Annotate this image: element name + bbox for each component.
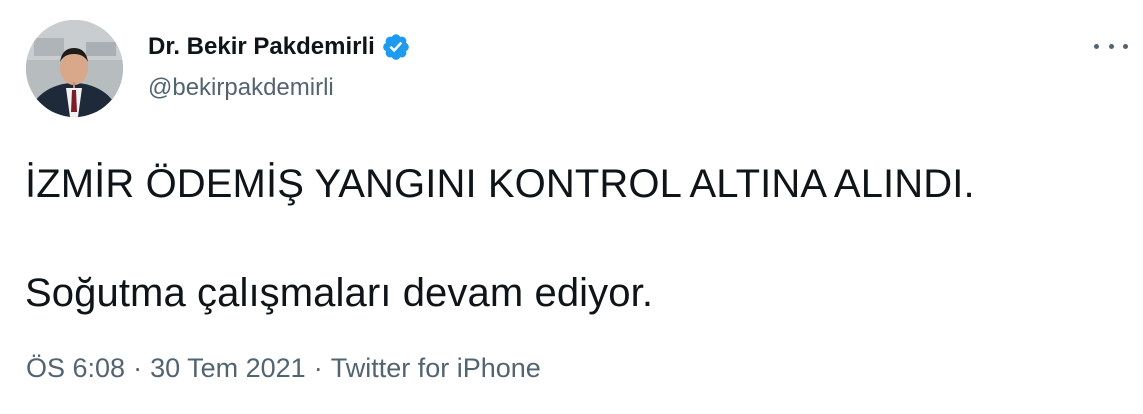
author-display-name[interactable]: Dr. Bekir Pakdemirli: [148, 33, 375, 61]
meta-separator: ·: [133, 353, 143, 383]
tweet-text-line-2: Soğutma çalışmaları devam ediyor.: [25, 271, 654, 315]
more-dot-icon: [1108, 43, 1114, 49]
tweet-source-link[interactable]: Twitter for iPhone: [331, 353, 541, 384]
avatar-photo-icon: [26, 20, 123, 117]
meta-separator: ·: [313, 353, 323, 383]
author-avatar[interactable]: [26, 20, 123, 117]
more-dot-icon: [1123, 43, 1128, 49]
more-options-button[interactable]: [1094, 34, 1128, 58]
more-dot-icon: [1094, 43, 1099, 49]
author-name-row: Dr. Bekir Pakdemirli: [148, 30, 411, 64]
tweet-text-line-1: İZMİR ÖDEMİŞ YANGINI KONTROL ALTINA ALIN…: [25, 162, 975, 206]
tweet-meta: ÖS 6:08 · 30 Tem 2021 · Twitter for iPho…: [26, 353, 541, 384]
tweet-date-link[interactable]: 30 Tem 2021: [150, 353, 306, 384]
verified-badge-icon: [381, 32, 411, 62]
tweet-card: Dr. Bekir Pakdemirli @bekirpakdemirli İZ…: [0, 0, 1143, 414]
tweet-time-link[interactable]: ÖS 6:08: [26, 353, 125, 384]
author-handle[interactable]: @bekirpakdemirli: [148, 74, 334, 102]
